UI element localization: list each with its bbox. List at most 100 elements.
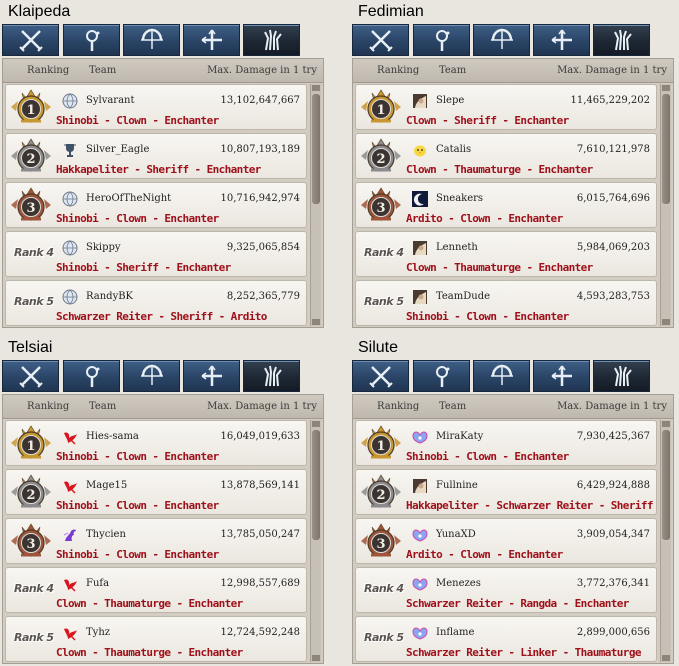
ranking-row[interactable]: 3 Thycien 13,785,050,247 Shinobi - Clown -…	[5, 518, 307, 564]
max-damage: 2,899,000,656	[576, 627, 650, 638]
svg-text:3: 3	[376, 537, 385, 552]
ranking-row[interactable]: Rank 5 Tyhz 12,724,592,248 Clown - Thaumatu…	[5, 616, 307, 662]
team-name: RandyBK	[86, 291, 134, 302]
team-name: Mage15	[86, 480, 128, 491]
team-name: Catalis	[436, 144, 472, 155]
scroll-thumb[interactable]	[312, 430, 320, 540]
tab-bow[interactable]	[473, 24, 530, 56]
ranking-row[interactable]: 3 YunaXD 3,909,054,347 Ardito - Clown - En…	[355, 518, 657, 564]
tab-swords[interactable]	[352, 360, 409, 392]
team-composition: Shinobi - Clown - Enchanter	[406, 310, 569, 323]
class-tabs	[352, 360, 672, 392]
team-chick-icon	[412, 142, 428, 158]
tab-swords[interactable]	[2, 360, 59, 392]
team-name: Skippy	[86, 242, 121, 253]
scroll-thumb[interactable]	[662, 94, 670, 204]
team-phoenix-icon	[62, 478, 78, 494]
max-damage: 12,998,557,689	[220, 578, 300, 589]
ranking-row[interactable]: 2 Fullnine 6,429,924,888 Hakkapeliter - Sc…	[355, 469, 657, 515]
tab-swords[interactable]	[2, 24, 59, 56]
scroll-down-arrow[interactable]	[662, 319, 670, 325]
team-composition: Clown - Thaumaturge - Enchanter	[56, 597, 243, 610]
scroll-up-arrow[interactable]	[662, 421, 670, 427]
rank-label: Rank 5	[364, 295, 404, 308]
scrollbar[interactable]	[310, 420, 321, 662]
header-damage: Max. Damage in 1 try	[557, 65, 667, 76]
scroll-thumb[interactable]	[662, 430, 670, 540]
ranking-row[interactable]: 1 Slepe 11,465,229,202 Clown - Sheriff - E…	[355, 84, 657, 130]
max-damage: 6,429,924,888	[576, 480, 650, 491]
ranking-row[interactable]: 1 Hies-sama 16,049,019,633 Shinobi - Clown…	[5, 420, 307, 466]
team-composition: Ardito - Clown - Enchanter	[406, 548, 563, 561]
team-name: Tyhz	[86, 627, 111, 638]
tab-hand[interactable]	[243, 360, 300, 392]
team-name: HeroOfTheNight	[86, 193, 172, 204]
max-damage: 9,325,065,854	[226, 242, 300, 253]
panel-title: Fedimian	[358, 3, 424, 20]
team-composition: Shinobi - Clown - Enchanter	[56, 212, 219, 225]
tab-wand[interactable]	[63, 360, 120, 392]
team-composition: Schwarzer Reiter - Linker - Thaumaturge	[406, 646, 641, 659]
ranking-row[interactable]: 1 MiraKaty 7,930,425,367 Shinobi - Clown -…	[355, 420, 657, 466]
scrollbar[interactable]	[660, 420, 671, 662]
tab-hand[interactable]	[243, 24, 300, 56]
scroll-up-arrow[interactable]	[312, 421, 320, 427]
ranking-row[interactable]: 2 Mage15 13,878,569,141 Shinobi - Clown - …	[5, 469, 307, 515]
ranking-board: Ranking Team Max. Damage in 1 try 1 Sylv…	[2, 58, 324, 328]
ranking-row[interactable]: Rank 4 Skippy 9,325,065,854 Shinobi - Sheri…	[5, 231, 307, 277]
max-damage: 13,102,647,667	[220, 95, 300, 106]
ranking-row[interactable]: 2 Catalis 7,610,121,978 Clown - Thaumaturg…	[355, 133, 657, 179]
scroll-up-arrow[interactable]	[662, 85, 670, 91]
ranking-row[interactable]: Rank 4 Fufa 12,998,557,689 Clown - Thaumatu…	[5, 567, 307, 613]
scroll-up-arrow[interactable]	[312, 85, 320, 91]
tab-cross[interactable]	[183, 24, 240, 56]
svg-text:2: 2	[376, 152, 385, 167]
ranking-row[interactable]: Rank 5 Inflame 2,899,000,656 Schwarzer Reit…	[355, 616, 657, 662]
max-damage: 13,785,050,247	[220, 529, 300, 540]
tab-wand[interactable]	[63, 24, 120, 56]
team-name: Fullnine	[436, 480, 478, 491]
team-globe-icon	[62, 240, 78, 256]
team-name: Menezes	[436, 578, 481, 589]
scrollbar[interactable]	[310, 84, 321, 326]
team-wings-icon	[412, 527, 428, 543]
tab-wand[interactable]	[413, 24, 470, 56]
tab-bow[interactable]	[123, 24, 180, 56]
max-damage: 7,610,121,978	[576, 144, 650, 155]
ranking-row[interactable]: 2 Silver_Eagle 10,807,193,189 Hakkapeliter…	[5, 133, 307, 179]
tab-bow[interactable]	[123, 360, 180, 392]
team-composition: Schwarzer Reiter - Rangda - Enchanter	[406, 597, 629, 610]
scroll-down-arrow[interactable]	[312, 655, 320, 661]
header-team: Team	[439, 65, 467, 76]
tab-swords[interactable]	[352, 24, 409, 56]
team-name: TeamDude	[436, 291, 491, 302]
ranking-row[interactable]: Rank 5 RandyBK 8,252,365,779 Schwarzer Reit…	[5, 280, 307, 326]
ranking-row[interactable]: 3 Sneakers 6,015,764,696 Ardito - Clown - …	[355, 182, 657, 228]
class-tabs	[2, 24, 322, 56]
svg-text:3: 3	[376, 201, 385, 216]
tab-hand[interactable]	[593, 360, 650, 392]
ranking-row[interactable]: 1 Sylvarant 13,102,647,667 Shinobi - Clown…	[5, 84, 307, 130]
tab-bow[interactable]	[473, 360, 530, 392]
team-name: Slepe	[436, 95, 465, 106]
team-globe-icon	[62, 93, 78, 109]
rank-label: Rank 4	[14, 582, 54, 595]
scroll-thumb[interactable]	[312, 94, 320, 204]
tab-hand[interactable]	[593, 24, 650, 56]
tab-cross[interactable]	[533, 360, 590, 392]
max-damage: 6,015,764,696	[576, 193, 650, 204]
tab-cross[interactable]	[533, 24, 590, 56]
team-portrait-icon	[412, 289, 428, 305]
ranking-row[interactable]: Rank 4 Menezes 3,772,376,341 Schwarzer Reit…	[355, 567, 657, 613]
tab-cross[interactable]	[183, 360, 240, 392]
ranking-row[interactable]: 3 HeroOfTheNight 10,716,942,974 Shinobi - …	[5, 182, 307, 228]
ranking-row[interactable]: Rank 4 Lenneth 5,984,069,203 Clown - Thauma…	[355, 231, 657, 277]
tab-wand[interactable]	[413, 360, 470, 392]
scroll-down-arrow[interactable]	[312, 319, 320, 325]
header-team: Team	[89, 65, 117, 76]
svg-text:1: 1	[376, 439, 385, 454]
scrollbar[interactable]	[660, 84, 671, 326]
scroll-down-arrow[interactable]	[662, 655, 670, 661]
ranking-row[interactable]: Rank 5 TeamDude 4,593,283,753 Shinobi - Clo…	[355, 280, 657, 326]
max-damage: 10,807,193,189	[220, 144, 300, 155]
